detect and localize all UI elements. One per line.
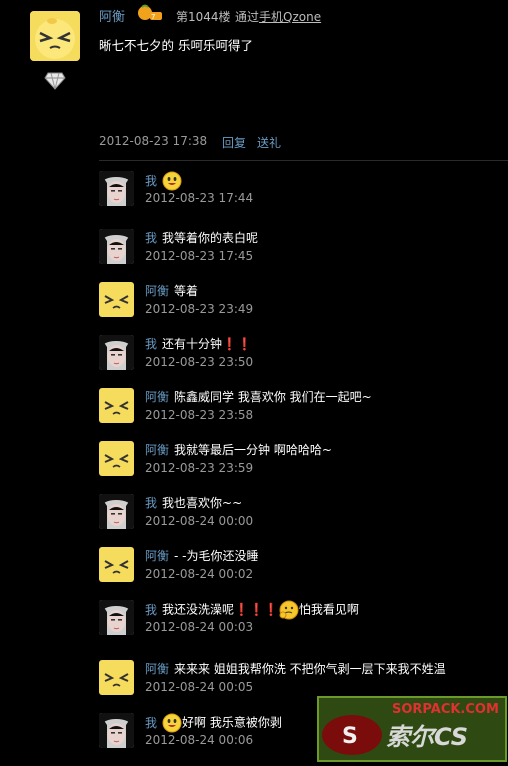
reply-text: 我就等最后一分钟 啊哈哈哈~ <box>174 443 332 457</box>
reply-line: 我我也喜欢你~~ <box>145 494 242 512</box>
via-source: 通过手机Qzone <box>235 8 321 25</box>
reply-item: 阿衡 我就等最后一分钟 啊哈哈哈~ 2012-08-23 23:59 <box>99 441 499 487</box>
gift-link[interactable]: 送礼 <box>257 134 281 151</box>
watermark-line2: 索尔CS <box>386 723 468 751</box>
reply-avatar[interactable] <box>99 388 134 423</box>
reply-item: 阿衡 - -为毛你还没睡 2012-08-24 00:02 <box>99 547 499 593</box>
reply-item: 我还有十分钟❗❗ 2012-08-23 23:50 <box>99 335 499 381</box>
reply-text: 我也喜欢你~~ <box>162 496 243 510</box>
reply-time: 2012-08-24 00:00 <box>145 514 254 528</box>
smile-emoji-icon <box>162 713 182 733</box>
reply-avatar[interactable] <box>99 600 134 635</box>
reply-time: 2012-08-24 00:02 <box>145 567 254 581</box>
reply-line: 我我等着你的表白呢 <box>145 229 258 247</box>
reply-author[interactable]: 阿衡 <box>145 284 169 298</box>
reply-line: 我我还没洗澡呢❗❗❗ 怕我看见啊 <box>145 600 359 620</box>
reply-avatar[interactable] <box>99 335 134 370</box>
vip-badge-icon[interactable]: 7 <box>137 4 163 22</box>
svg-text:S: S <box>342 724 358 749</box>
reply-text: 我还没洗澡呢❗❗❗ <box>162 602 279 617</box>
reply-time: 2012-08-23 23:59 <box>145 461 254 475</box>
reply-author[interactable]: 我 <box>145 496 157 510</box>
reply-avatar[interactable] <box>99 171 134 206</box>
reply-line: 我 好啊 我乐意被你剥 <box>145 713 282 733</box>
reply-avatar[interactable] <box>99 229 134 264</box>
reply-item: 阿衡 等着 2012-08-23 23:49 <box>99 282 499 328</box>
via-prefix: 通过 <box>235 10 260 24</box>
reply-line: 阿衡 来来来 姐姐我帮你洗 不把你气剥一层下来我不姓温 <box>145 660 446 678</box>
reply-time: 2012-08-24 00:03 <box>145 620 254 634</box>
smile-emoji-icon <box>162 171 182 191</box>
reply-author[interactable]: 我 <box>145 231 157 245</box>
reply-avatar[interactable] <box>99 713 134 748</box>
reply-item: 我我还没洗澡呢❗❗❗ 怕我看见啊 2012-08-24 00:03 <box>99 600 499 646</box>
svg-text:7: 7 <box>151 13 155 21</box>
reply-item: 我我等着你的表白呢 2012-08-23 17:45 <box>99 229 499 275</box>
reply-time: 2012-08-23 17:44 <box>145 191 254 205</box>
reply-author[interactable]: 阿衡 <box>145 549 169 563</box>
reply-line: 阿衡 等着 <box>145 282 198 300</box>
reply-author[interactable]: 我 <box>145 337 157 351</box>
watermark-logo: S SORPACK.COM 索尔CS <box>316 695 508 763</box>
reply-avatar[interactable] <box>99 282 134 317</box>
diamond-icon[interactable] <box>44 70 66 90</box>
reply-item: 阿衡 陈鑫威同学 我喜欢你 我们在一起吧~ 2012-08-23 23:58 <box>99 388 499 434</box>
via-link[interactable]: 手机Qzone <box>259 10 321 24</box>
author-avatar[interactable] <box>30 11 80 61</box>
reply-time: 2012-08-24 00:06 <box>145 733 254 747</box>
reply-line: 阿衡 陈鑫威同学 我喜欢你 我们在一起吧~ <box>145 388 372 406</box>
divider <box>99 160 508 161</box>
reply-time: 2012-08-23 23:49 <box>145 302 254 316</box>
reply-time: 2012-08-23 17:45 <box>145 249 254 263</box>
reply-line: 阿衡 - -为毛你还没睡 <box>145 547 259 565</box>
reply-line: 我还有十分钟❗❗ <box>145 335 252 353</box>
reply-item: 我我也喜欢你~~ 2012-08-24 00:00 <box>99 494 499 540</box>
reply-item: 我 2012-08-23 17:44 <box>99 171 499 217</box>
reply-author[interactable]: 我 <box>145 603 157 617</box>
reply-author[interactable]: 阿衡 <box>145 443 169 457</box>
reply-text: 来来来 姐姐我帮你洗 不把你气剥一层下来我不姓温 <box>174 662 446 676</box>
reply-text: 陈鑫威同学 我喜欢你 我们在一起吧~ <box>174 390 372 404</box>
reply-author[interactable]: 阿衡 <box>145 390 169 404</box>
reply-text-after: 好啊 我乐意被你剥 <box>182 715 282 730</box>
think-emoji-icon <box>279 600 299 620</box>
reply-time: 2012-08-24 00:05 <box>145 680 254 694</box>
reply-avatar[interactable] <box>99 660 134 695</box>
reply-avatar[interactable] <box>99 547 134 582</box>
reply-text: 我等着你的表白呢 <box>162 231 259 245</box>
reply-line: 我 <box>145 171 182 191</box>
post-time: 2012-08-23 17:38 <box>99 134 208 148</box>
reply-avatar[interactable] <box>99 441 134 476</box>
reply-time: 2012-08-23 23:50 <box>145 355 254 369</box>
reply-link[interactable]: 回复 <box>222 134 246 151</box>
reply-text: 等着 <box>174 284 199 298</box>
reply-author[interactable]: 我 <box>145 174 157 188</box>
reply-author[interactable]: 阿衡 <box>145 662 169 676</box>
reply-time: 2012-08-23 23:58 <box>145 408 254 422</box>
post-content: 晰七不七夕的 乐呵乐呵得了 <box>99 38 253 53</box>
reply-text-after: 怕我看见啊 <box>298 602 359 617</box>
floor-number: 第1044楼 <box>176 10 231 24</box>
watermark-line1: SORPACK.COM <box>392 702 499 717</box>
post-author-name[interactable]: 阿衡 <box>99 6 125 25</box>
reply-text: 还有十分钟❗❗ <box>162 337 252 351</box>
reply-avatar[interactable] <box>99 494 134 529</box>
reply-line: 阿衡 我就等最后一分钟 啊哈哈哈~ <box>145 441 332 459</box>
reply-text: - -为毛你还没睡 <box>174 549 259 563</box>
reply-author[interactable]: 我 <box>145 716 157 730</box>
